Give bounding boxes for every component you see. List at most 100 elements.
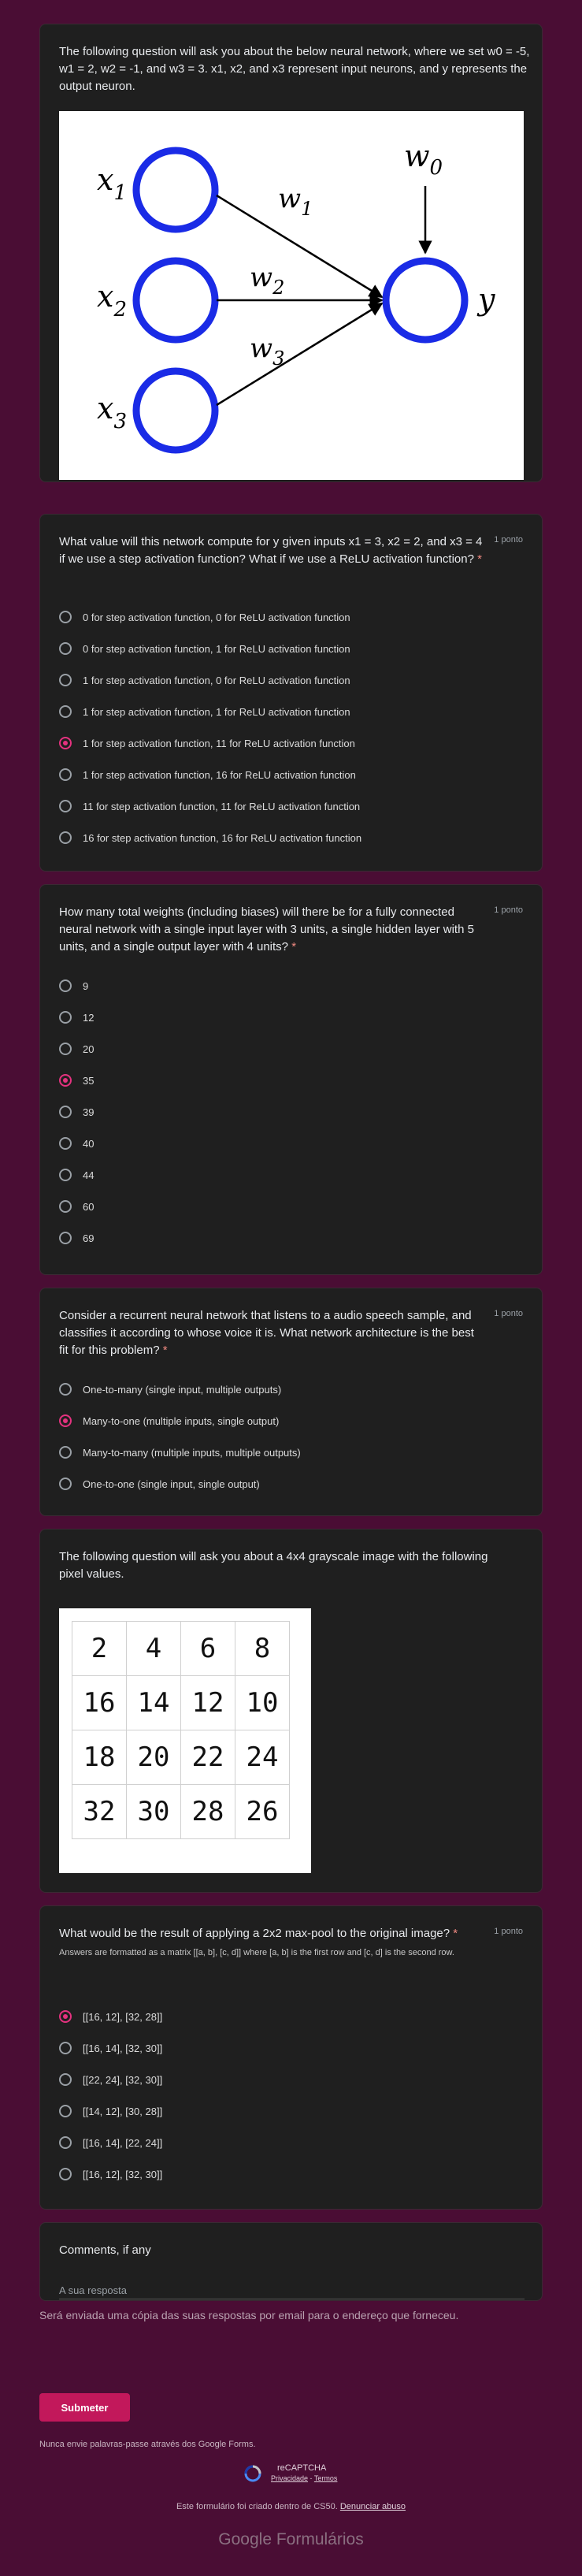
- question-4-description: Answers are formatted as a matrix [[a, b…: [59, 1948, 454, 1957]
- pixel-cell: 32: [72, 1784, 127, 1839]
- question-3-title: Consider a recurrent neural network that…: [59, 1309, 474, 1357]
- radio-option[interactable]: [[16, 12], [32, 28]]: [59, 2007, 162, 2026]
- input-neuron-2: [132, 257, 219, 344]
- radio-option-label: 20: [83, 1043, 95, 1055]
- radio-option-label: 0 for step activation function, 1 for Re…: [83, 642, 350, 655]
- radio-option-label: 1 for step activation function, 1 for Re…: [83, 705, 350, 718]
- radio-option-label: [[16, 14], [22, 24]]: [83, 2136, 163, 2149]
- label-y: y: [476, 282, 495, 317]
- radio-option[interactable]: 16 for step activation function, 16 for …: [59, 828, 361, 847]
- section-intro-network: The following question will ask you abou…: [39, 24, 543, 482]
- radio-option[interactable]: 1 for step activation function, 1 for Re…: [59, 702, 350, 721]
- radio-option[interactable]: Many-to-one (multiple inputs, single out…: [59, 1411, 279, 1430]
- question-3-points: 1 ponto: [494, 1309, 523, 1318]
- radio-option-label: [[16, 14], [32, 30]]: [83, 2042, 163, 2054]
- radio-option[interactable]: 20: [59, 1039, 94, 1058]
- terms-link[interactable]: Termos: [314, 2474, 338, 2482]
- radio-option[interactable]: 0 for step activation function, 1 for Re…: [59, 639, 350, 658]
- radio-button[interactable]: [59, 1232, 72, 1244]
- radio-button[interactable]: [59, 1446, 72, 1459]
- radio-option[interactable]: 1 for step activation function, 11 for R…: [59, 734, 355, 753]
- radio-option[interactable]: One-to-one (single input, single output): [59, 1474, 260, 1493]
- radio-button[interactable]: [59, 611, 72, 623]
- radio-button[interactable]: [59, 1200, 72, 1213]
- question-2-text: How many total weights (including biases…: [59, 904, 484, 956]
- pixel-cell: 24: [235, 1730, 290, 1785]
- radio-option[interactable]: 9: [59, 976, 88, 995]
- radio-button[interactable]: [59, 1383, 72, 1396]
- radio-button[interactable]: [59, 705, 72, 718]
- radio-option-label: 0 for step activation function, 0 for Re…: [83, 611, 350, 623]
- radio-option[interactable]: 0 for step activation function, 0 for Re…: [59, 608, 350, 626]
- input-neuron-3: [132, 367, 219, 454]
- radio-button[interactable]: [59, 2105, 72, 2117]
- radio-button[interactable]: [59, 831, 72, 844]
- radio-option-label: 35: [83, 1074, 95, 1087]
- radio-button[interactable]: [59, 2168, 72, 2180]
- report-abuse-link[interactable]: Denunciar abuso: [340, 2502, 406, 2511]
- output-neuron: [382, 257, 469, 344]
- radio-option[interactable]: 12: [59, 1008, 94, 1027]
- password-note: Nunca envie palavras-passe através dos G…: [39, 2440, 256, 2449]
- radio-option-label: 11 for step activation function, 11 for …: [83, 800, 361, 812]
- radio-button[interactable]: [59, 1011, 72, 1024]
- radio-option[interactable]: [[16, 12], [32, 30]]: [59, 2165, 162, 2184]
- radio-button-selected[interactable]: [59, 2010, 72, 2023]
- radio-button[interactable]: [59, 2042, 72, 2054]
- radio-option[interactable]: 11 for step activation function, 11 for …: [59, 797, 360, 816]
- radio-button[interactable]: [59, 800, 72, 812]
- radio-button[interactable]: [59, 1169, 72, 1181]
- radio-button[interactable]: [59, 642, 72, 655]
- radio-button[interactable]: [59, 1106, 72, 1118]
- radio-button[interactable]: [59, 2136, 72, 2149]
- radio-option-label: 44: [83, 1169, 95, 1181]
- radio-button[interactable]: [59, 2073, 72, 2086]
- privacy-link[interactable]: Privacidade: [271, 2474, 308, 2482]
- comments-label: Comments, if any: [59, 2243, 151, 2257]
- radio-option[interactable]: 44: [59, 1165, 94, 1184]
- comments-input[interactable]: A sua resposta: [59, 2284, 127, 2296]
- radio-button-selected[interactable]: [59, 1074, 72, 1087]
- submit-button[interactable]: Submeter: [39, 2393, 130, 2422]
- radio-option[interactable]: 35: [59, 1071, 94, 1090]
- radio-button-selected[interactable]: [59, 1414, 72, 1427]
- radio-option-label: 60: [83, 1200, 95, 1213]
- created-note: Este formulário foi criado dentro de CS5…: [176, 2502, 338, 2511]
- radio-option[interactable]: 40: [59, 1134, 94, 1153]
- radio-option-label: 9: [83, 979, 89, 992]
- radio-button-selected[interactable]: [59, 737, 72, 749]
- radio-button[interactable]: [59, 1137, 72, 1150]
- radio-option-label: One-to-many (single input, multiple outp…: [83, 1383, 282, 1396]
- question-1-title: What value will this network compute for…: [59, 535, 483, 566]
- required-asterisk: *: [477, 552, 482, 566]
- pixel-cell: 22: [180, 1730, 235, 1785]
- radio-option[interactable]: Many-to-many (multiple inputs, multiple …: [59, 1443, 301, 1462]
- question-4-title: What would be the result of applying a 2…: [59, 1927, 450, 1940]
- question-3-text: Consider a recurrent neural network that…: [59, 1307, 484, 1359]
- radio-option[interactable]: 39: [59, 1102, 94, 1121]
- pixel-cell: 18: [72, 1730, 127, 1785]
- radio-option[interactable]: [[14, 12], [30, 28]]: [59, 2102, 162, 2121]
- intro2-text: The following question will ask you abou…: [59, 1550, 488, 1581]
- radio-option[interactable]: [[16, 14], [22, 24]]: [59, 2133, 162, 2152]
- radio-option[interactable]: One-to-many (single input, multiple outp…: [59, 1380, 281, 1399]
- radio-option[interactable]: 1 for step activation function, 0 for Re…: [59, 671, 350, 690]
- label-w2: w2: [250, 262, 284, 299]
- section-pixel-image: The following question will ask you abou…: [39, 1529, 543, 1893]
- question-1-text: What value will this network compute for…: [59, 533, 484, 568]
- radio-option[interactable]: [[16, 14], [32, 30]]: [59, 2039, 162, 2057]
- question-1-points: 1 ponto: [494, 535, 523, 545]
- radio-option[interactable]: 60: [59, 1197, 94, 1216]
- radio-button[interactable]: [59, 979, 72, 992]
- radio-option-label: [[16, 12], [32, 28]]: [83, 2010, 163, 2023]
- question-2-card: How many total weights (including biases…: [39, 884, 543, 1275]
- radio-button[interactable]: [59, 674, 72, 686]
- radio-button[interactable]: [59, 768, 72, 781]
- google-forms-logo[interactable]: Google Formulários: [0, 2530, 582, 2549]
- radio-option[interactable]: 1 for step activation function, 16 for R…: [59, 765, 356, 784]
- radio-button[interactable]: [59, 1043, 72, 1055]
- radio-option[interactable]: 69: [59, 1229, 94, 1247]
- pixel-cell: 28: [180, 1784, 235, 1839]
- radio-button[interactable]: [59, 1478, 72, 1490]
- radio-option[interactable]: [[22, 24], [32, 30]]: [59, 2070, 162, 2089]
